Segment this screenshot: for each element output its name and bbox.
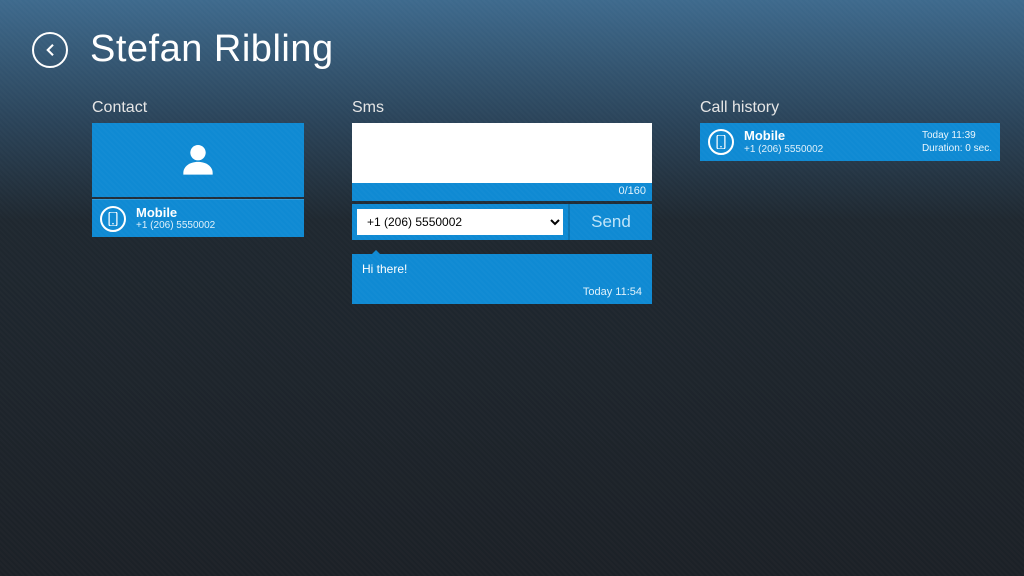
sms-message-bubble[interactable]: Hi there! Today 11:54 xyxy=(352,254,652,304)
sms-heading: Sms xyxy=(352,99,652,117)
sms-message-time: Today 11:54 xyxy=(362,286,642,298)
history-entry-label: Mobile xyxy=(744,129,922,143)
contact-avatar-tile[interactable] xyxy=(92,123,304,197)
call-history-entry[interactable]: Mobile +1 (206) 5550002 Today 11:39 Dura… xyxy=(700,123,1000,161)
contact-phone-tile[interactable]: Mobile +1 (206) 5550002 xyxy=(92,199,304,237)
sms-char-counter: 0/160 xyxy=(352,183,652,201)
contact-phone-label: Mobile xyxy=(136,206,215,220)
contact-heading: Contact xyxy=(92,99,304,117)
mobile-phone-icon xyxy=(100,206,126,232)
sms-number-select[interactable]: +1 (206) 5550002 xyxy=(357,209,563,235)
history-heading: Call history xyxy=(700,99,1000,117)
history-entry-number: +1 (206) 5550002 xyxy=(744,144,922,155)
sms-column: Sms 0/160 +1 (206) 5550002 Send Hi there… xyxy=(352,99,652,304)
page-title: Stefan Ribling xyxy=(90,28,334,71)
contact-phone-number: +1 (206) 5550002 xyxy=(136,220,215,231)
arrow-left-icon xyxy=(41,41,59,59)
contact-column: Contact Mobile +1 (206) 5550002 xyxy=(92,99,304,237)
send-button[interactable]: Send xyxy=(568,204,652,240)
history-entry-duration: Duration: 0 sec. xyxy=(922,142,992,155)
mobile-phone-icon xyxy=(708,129,734,155)
sms-input[interactable] xyxy=(352,123,652,183)
sms-compose-box: 0/160 xyxy=(352,123,652,201)
sms-message-text: Hi there! xyxy=(362,262,642,276)
back-button[interactable] xyxy=(32,32,68,68)
person-icon xyxy=(176,138,220,182)
call-history-column: Call history Mobile +1 (206) 5550002 Tod… xyxy=(700,99,1000,161)
history-entry-time: Today 11:39 xyxy=(922,129,992,142)
